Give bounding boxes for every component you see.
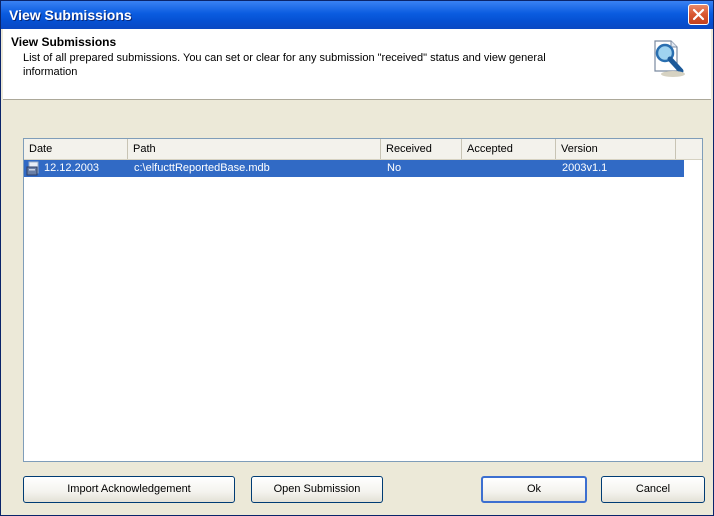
column-received[interactable]: Received — [381, 139, 462, 159]
column-path[interactable]: Path — [128, 139, 381, 159]
import-acknowledgement-button[interactable]: Import Acknowledgement — [23, 476, 235, 503]
cell-date: 12.12.2003 — [44, 162, 100, 174]
column-version[interactable]: Version — [556, 139, 676, 159]
view-submissions-window: View Submissions View Submissions List o… — [0, 0, 714, 516]
ok-button[interactable]: Ok — [481, 476, 587, 503]
search-document-icon — [651, 37, 687, 82]
header-title: View Submissions — [11, 35, 117, 49]
column-accepted[interactable]: Accepted — [462, 139, 556, 159]
list-header: Date Path Received Accepted Version — [24, 139, 702, 160]
cell-path: c:\elfucttReportedBase.mdb — [134, 162, 270, 174]
submission-icon — [26, 161, 42, 179]
cell-version: 2003v1.1 — [562, 162, 608, 174]
cell-received: No — [387, 162, 402, 174]
cancel-button[interactable]: Cancel — [601, 476, 705, 503]
cell-accepted — [468, 160, 554, 177]
table-row[interactable]: 12.12.2003 c:\elfucttReportedBase.mdb No… — [24, 160, 684, 177]
header-description: List of all prepared submissions. You ca… — [23, 52, 546, 78]
open-submission-button[interactable]: Open Submission — [251, 476, 383, 503]
column-filler — [676, 139, 702, 159]
submissions-list[interactable]: Date Path Received Accepted Version 12.1… — [23, 138, 703, 462]
dialog-header: View Submissions List of all prepared su… — [3, 29, 711, 100]
close-button[interactable] — [688, 4, 709, 25]
column-date[interactable]: Date — [24, 139, 128, 159]
window-title: View Submissions — [9, 7, 132, 23]
title-bar[interactable]: View Submissions — [1, 1, 713, 29]
